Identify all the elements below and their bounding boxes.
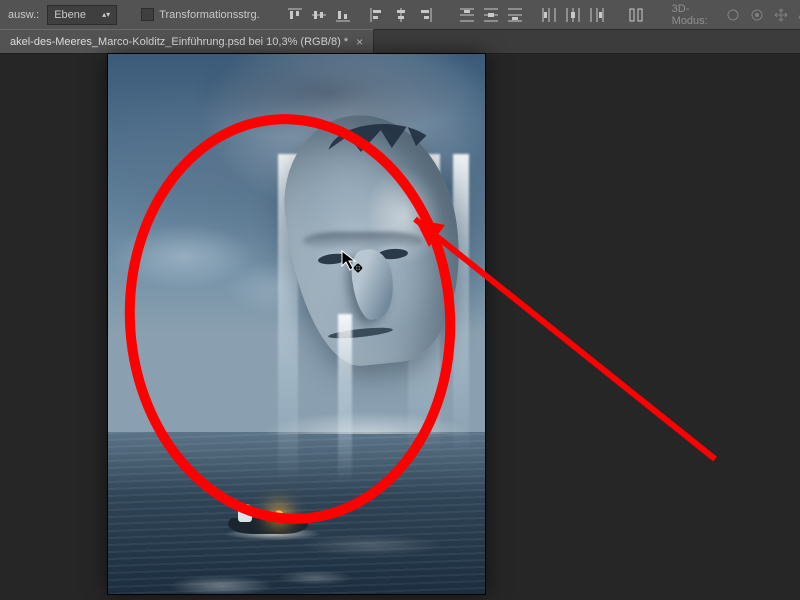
transform-controls-label: Transformationsstrg. <box>159 9 259 21</box>
dist-hcenter-button[interactable] <box>562 4 584 26</box>
distribute-v-group <box>456 4 526 26</box>
mode3d-slide-button[interactable] <box>795 4 800 26</box>
align-left-button[interactable] <box>366 4 388 26</box>
align-h-group <box>366 4 436 26</box>
align-right-button[interactable] <box>414 4 436 26</box>
options-bar: ausw.: Ebene ▴▾ Transformationsstrg. 3D-… <box>0 0 800 30</box>
dist-top-button[interactable] <box>456 4 478 26</box>
dist-left-button[interactable] <box>538 4 560 26</box>
auto-align-button[interactable] <box>628 4 644 26</box>
close-icon[interactable]: × <box>356 35 363 49</box>
align-top-button[interactable] <box>284 4 306 26</box>
dist-bottom-button[interactable] <box>504 4 526 26</box>
document-tab-bar: akel-des-Meeres_Marco-Kolditz_Einführung… <box>0 30 800 54</box>
dist-vcenter-button[interactable] <box>480 4 502 26</box>
align-bottom-button[interactable] <box>332 4 354 26</box>
document-tab[interactable]: akel-des-Meeres_Marco-Kolditz_Einführung… <box>0 29 374 53</box>
distribute-h-group <box>538 4 608 26</box>
layer-select[interactable]: Ebene ▴▾ <box>47 5 117 25</box>
chevron-updown-icon: ▴▾ <box>102 10 110 19</box>
workspace <box>0 54 800 600</box>
transform-controls-checkbox[interactable]: Transformationsstrg. <box>137 8 263 21</box>
align-vcenter-button[interactable] <box>308 4 330 26</box>
layer-select-value: Ebene <box>54 9 86 21</box>
mode3d-label: 3D-Modus: <box>672 3 720 27</box>
mode3d-pan-button[interactable] <box>771 4 791 26</box>
select-label: ausw.: <box>6 9 41 21</box>
mode3d-roll-button[interactable] <box>747 4 767 26</box>
document-tab-title: akel-des-Meeres_Marco-Kolditz_Einführung… <box>10 36 348 48</box>
dist-right-button[interactable] <box>586 4 608 26</box>
mode3d-rotate-button[interactable] <box>724 4 744 26</box>
align-hcenter-button[interactable] <box>390 4 412 26</box>
mode3d-group: 3D-Modus: <box>672 3 800 27</box>
align-edges-group <box>284 4 354 26</box>
checkbox-box-icon <box>141 8 154 21</box>
